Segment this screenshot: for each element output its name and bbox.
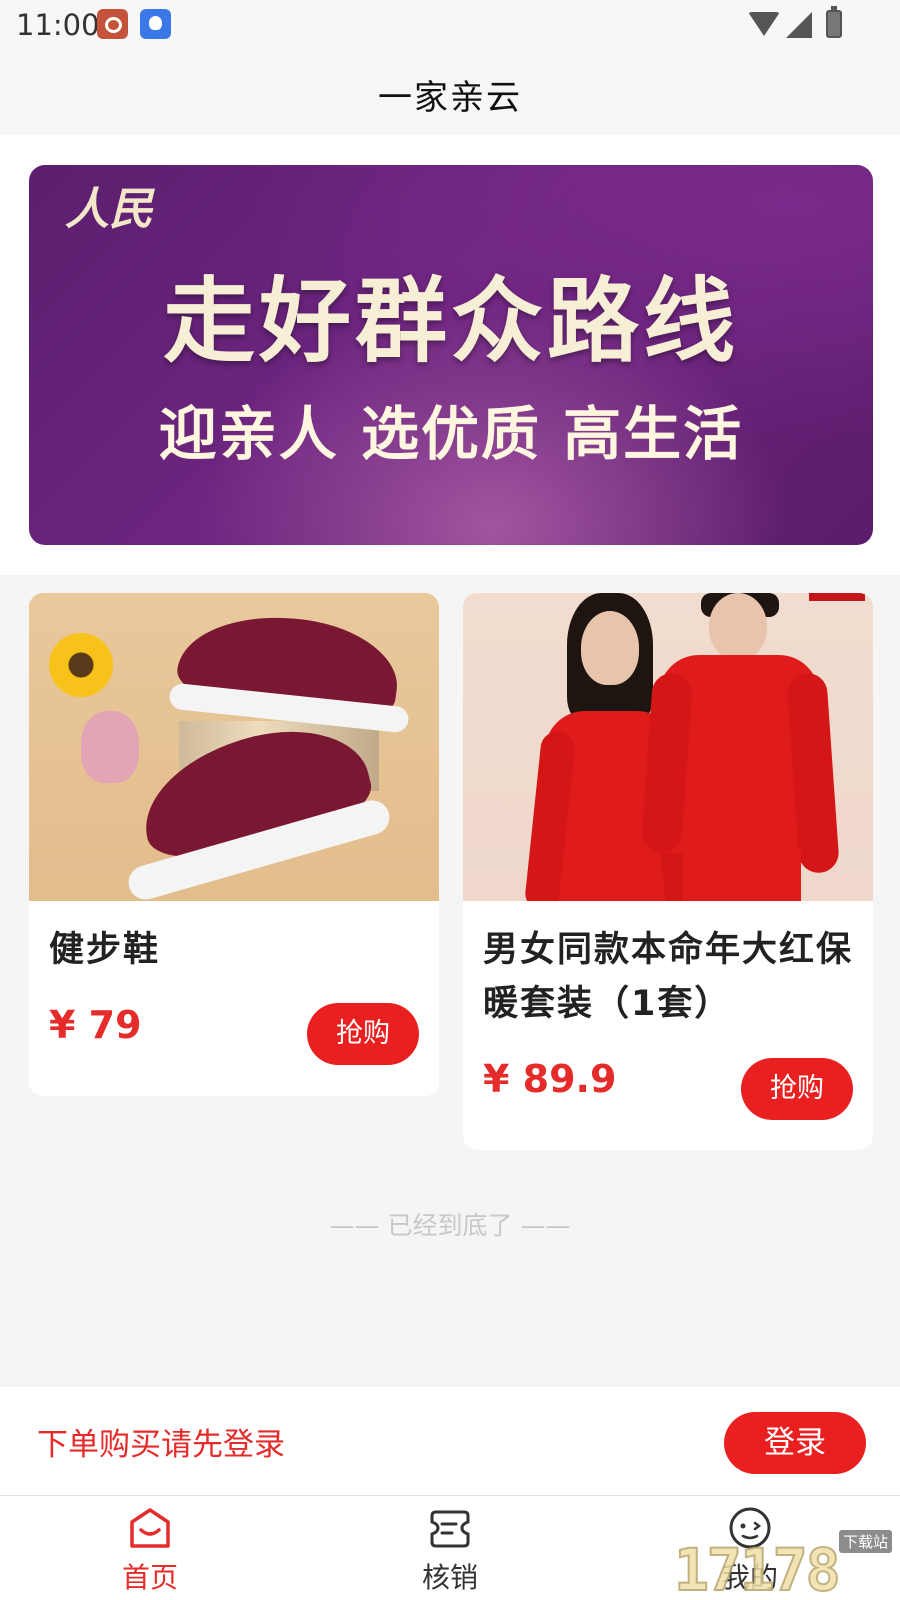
app-notification-icon xyxy=(140,9,171,39)
product-price: ¥ 89.9 xyxy=(483,1057,617,1101)
ticket-icon xyxy=(430,1510,470,1548)
product-image-shoes[interactable] xyxy=(29,593,439,901)
login-prompt-bar: 下单购买请先登录 登录 xyxy=(0,1387,900,1495)
promo-banner[interactable]: 人民 走好群众路线 迎亲人 选优质 高生活 xyxy=(29,165,873,545)
buy-button[interactable]: 抢购 xyxy=(307,1003,419,1065)
status-bar: 11:00 xyxy=(0,0,900,50)
battery-icon xyxy=(826,6,842,38)
banner-section: 人民 走好群众路线 迎亲人 选优质 高生活 xyxy=(0,135,900,575)
login-prompt-text: 下单购买请先登录 xyxy=(37,1427,285,1463)
bottom-tab-bar: 首页 核销 我的 17178 下载站 xyxy=(0,1495,900,1600)
banner-logo: 人民 xyxy=(65,184,153,235)
buy-button[interactable]: 抢购 xyxy=(741,1058,853,1120)
banner-subline: 迎亲人 选优质 高生活 xyxy=(158,400,744,468)
status-indicators xyxy=(748,6,848,40)
corner-tag xyxy=(809,593,865,601)
tab-label: 核销 xyxy=(421,1561,478,1594)
product-image-thermal-set[interactable] xyxy=(463,593,873,901)
wifi-icon xyxy=(748,12,780,36)
watermark-text: 17178 xyxy=(673,1535,842,1600)
tab-verify[interactable]: 核销 xyxy=(350,1496,550,1600)
product-card-shoes[interactable]: 健步鞋 ¥ 79 抢购 xyxy=(29,593,439,1096)
product-title[interactable]: 男女同款本命年大红保暖套装（1套） xyxy=(483,923,863,1031)
status-time: 11:00 xyxy=(16,8,100,42)
banner-headline: 走好群众路线 xyxy=(162,268,739,375)
home-bag-icon xyxy=(130,1508,170,1548)
product-card-thermal-set[interactable]: 男女同款本命年大红保暖套装（1套） ¥ 89.9 抢购 xyxy=(463,593,873,1150)
product-price: ¥ 79 xyxy=(49,1003,142,1047)
app-header: 一家亲云 xyxy=(0,50,900,135)
vase-decoration xyxy=(81,711,139,783)
signal-icon xyxy=(786,12,812,38)
page-title: 一家亲云 xyxy=(378,78,522,118)
watermark-badge: 下载站 xyxy=(838,1530,892,1553)
site-watermark: 17178 下载站 xyxy=(673,1530,896,1600)
flower-decoration xyxy=(49,633,113,697)
man-pants xyxy=(683,848,801,901)
woman-head xyxy=(581,611,639,685)
weibo-notification-icon xyxy=(97,9,128,39)
tab-label: 首页 xyxy=(121,1561,178,1594)
product-title[interactable]: 健步鞋 xyxy=(49,923,160,977)
tab-home[interactable]: 首页 xyxy=(50,1496,250,1600)
man-head xyxy=(709,593,767,659)
login-button[interactable]: 登录 xyxy=(724,1412,866,1474)
list-end-text: —— 已经到底了 —— xyxy=(329,1211,571,1240)
